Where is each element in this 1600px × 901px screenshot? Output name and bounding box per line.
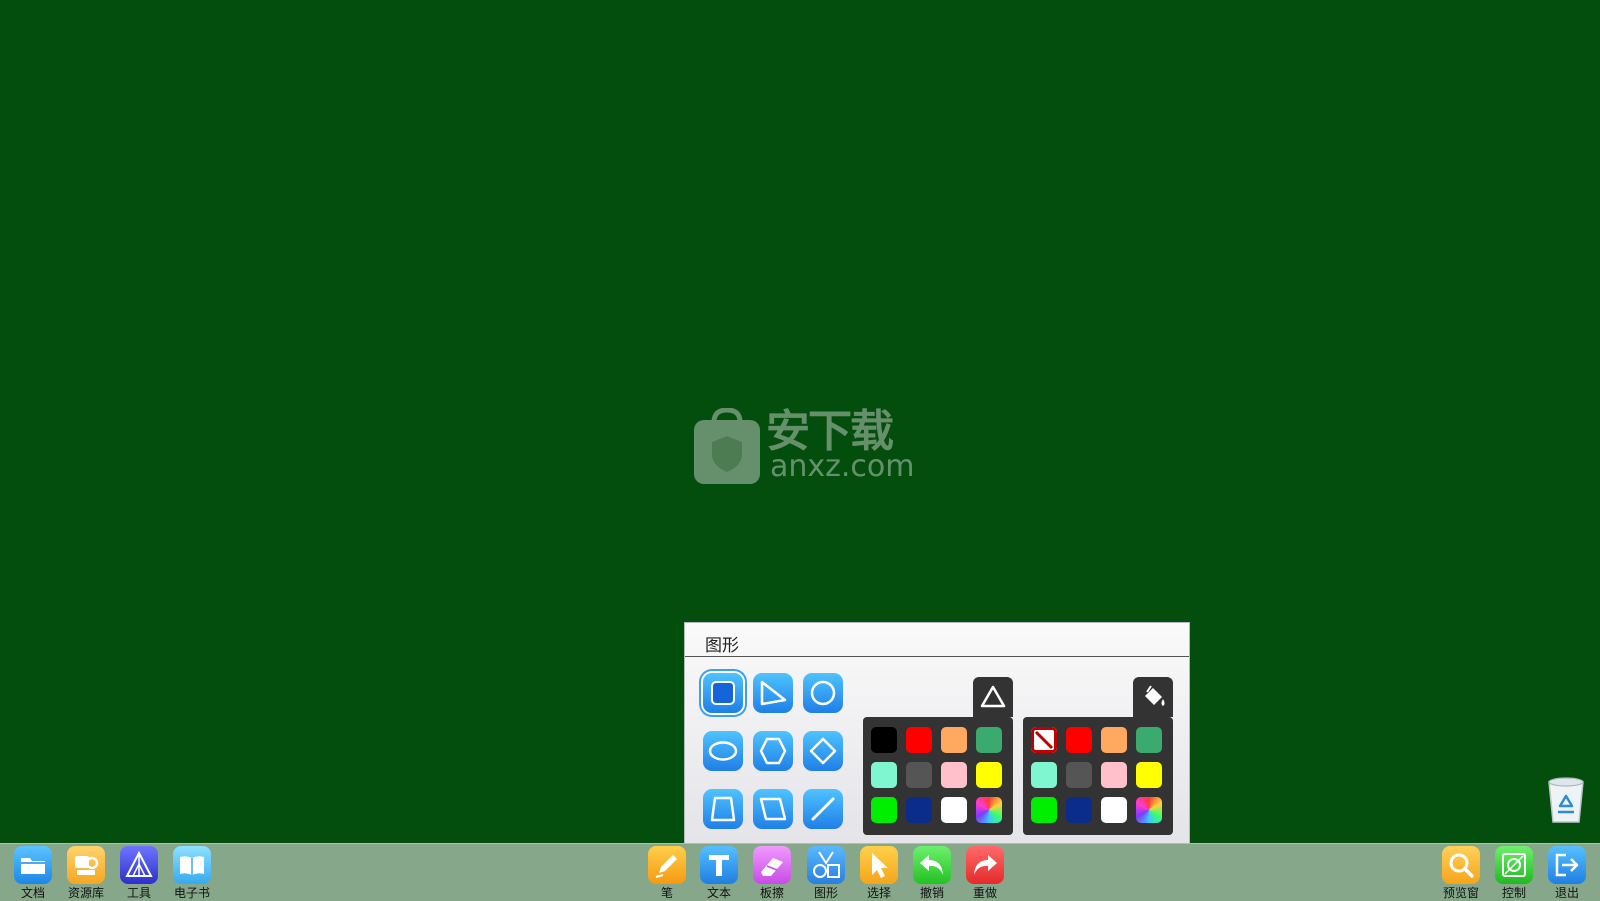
resource-library-icon	[67, 846, 105, 884]
ellipse-shape-button[interactable]	[703, 731, 743, 771]
redo-button[interactable]: 重做	[959, 846, 1011, 901]
shapes-label: 图形	[813, 886, 838, 900]
fill-color-swatch[interactable]	[1066, 762, 1092, 788]
diamond-icon	[809, 737, 837, 765]
parallelogram-shape-button[interactable]	[753, 789, 793, 829]
preview-button[interactable]: 预览窗	[1435, 846, 1487, 901]
ebook-label: 电子书	[173, 886, 210, 900]
ellipse-icon	[708, 741, 738, 761]
watermark-logo: 安下载 anxz.com	[692, 408, 915, 488]
line-icon	[811, 797, 835, 821]
exit-icon	[1548, 846, 1586, 884]
tools-label: 工具	[126, 886, 151, 900]
fill-color-swatch[interactable]	[1136, 762, 1162, 788]
stroke-color-swatch[interactable]	[871, 797, 897, 823]
hexagon-shape-button[interactable]	[753, 731, 793, 771]
shapes-button[interactable]: 图形	[800, 846, 852, 901]
trapezoid-icon	[710, 796, 736, 822]
folder-icon	[14, 846, 52, 884]
control-button[interactable]: 控制	[1488, 846, 1540, 901]
exit-label: 退出	[1554, 886, 1579, 900]
redo-label: 重做	[972, 886, 997, 900]
fill-no-color-swatch[interactable]	[1031, 727, 1057, 753]
paint-bucket-icon	[1145, 685, 1165, 706]
undo-button[interactable]: 撤销	[906, 846, 958, 901]
fill-color-swatch[interactable]	[1101, 797, 1127, 823]
diamond-shape-button[interactable]	[803, 731, 843, 771]
exit-button[interactable]: 退出	[1541, 846, 1593, 901]
fill-color-swatch[interactable]	[1031, 797, 1057, 823]
redo-icon	[966, 846, 1004, 884]
documents-button[interactable]: 文档	[7, 846, 59, 901]
line-shape-button[interactable]	[803, 789, 843, 829]
pen-icon	[648, 846, 686, 884]
text-label: 文本	[706, 886, 731, 900]
right-triangle-shape-button[interactable]	[753, 673, 793, 713]
tools-icon	[120, 846, 158, 884]
fill-color-swatch[interactable]	[1066, 797, 1092, 823]
recycle-bin-icon[interactable]	[1545, 776, 1587, 824]
parallelogram-icon	[759, 797, 787, 821]
preview-icon	[1442, 846, 1480, 884]
eraser-icon	[753, 846, 791, 884]
fill-color-tab[interactable]	[1133, 677, 1173, 717]
stroke-color-swatch[interactable]	[976, 762, 1002, 788]
tools-button[interactable]: 工具	[113, 846, 165, 901]
resource-library-label: 资源库	[67, 886, 104, 900]
rounded-rectangle-shape-button[interactable]	[703, 673, 743, 713]
shopping-bag-icon	[694, 408, 760, 484]
triangle-outline-icon	[980, 685, 1006, 708]
watermark-en-text: anxz.com	[770, 449, 915, 484]
fill-color-palette	[1023, 717, 1173, 835]
text-icon	[700, 846, 738, 884]
stroke-color-palette	[863, 717, 1013, 835]
panel-title: 图形	[705, 636, 739, 656]
shapes-icon	[807, 846, 845, 884]
right-triangle-icon	[760, 680, 787, 706]
stroke-color-swatch[interactable]	[871, 727, 897, 753]
fill-color-swatch[interactable]	[1136, 727, 1162, 753]
text-button[interactable]: 文本	[693, 846, 745, 901]
ebook-button[interactable]: 电子书	[166, 846, 218, 901]
control-icon	[1495, 846, 1533, 884]
circle-shape-button[interactable]	[803, 673, 843, 713]
shape-panel: 图形	[684, 622, 1190, 844]
fill-color-swatch[interactable]	[1101, 762, 1127, 788]
undo-label: 撤销	[919, 886, 944, 900]
stroke-color-swatch[interactable]	[941, 762, 967, 788]
select-label: 选择	[866, 886, 891, 900]
stroke-color-tab[interactable]	[973, 677, 1013, 717]
hexagon-icon	[759, 737, 787, 765]
trapezoid-shape-button[interactable]	[703, 789, 743, 829]
stroke-color-swatch[interactable]	[941, 727, 967, 753]
select-cursor-icon	[860, 846, 898, 884]
fill-color-swatch[interactable]	[1031, 762, 1057, 788]
eraser-label: 板擦	[759, 886, 784, 900]
ebook-icon	[173, 846, 211, 884]
pen-label: 笔	[660, 886, 673, 900]
rounded-rectangle-icon	[711, 681, 735, 705]
no-fill-icon	[1034, 730, 1054, 750]
stroke-color-swatch[interactable]	[906, 797, 932, 823]
pen-button[interactable]: 笔	[641, 846, 693, 901]
fill-custom-color-swatch[interactable]	[1136, 797, 1162, 823]
fill-color-swatch[interactable]	[1101, 727, 1127, 753]
stroke-custom-color-swatch[interactable]	[976, 797, 1002, 823]
panel-divider	[685, 656, 1189, 657]
eraser-button[interactable]: 板擦	[746, 846, 798, 901]
undo-icon	[913, 846, 951, 884]
bottom-toolbar: 文档 资源库 工具 电子书 笔 文本 板擦 图形 选择 撤销 重做 预览窗 控制…	[0, 843, 1600, 901]
stroke-color-swatch[interactable]	[906, 727, 932, 753]
documents-label: 文档	[20, 886, 45, 900]
stroke-color-swatch[interactable]	[976, 727, 1002, 753]
fill-color-swatch[interactable]	[1066, 727, 1092, 753]
control-label: 控制	[1501, 886, 1526, 900]
circle-icon	[810, 680, 836, 706]
stroke-color-swatch[interactable]	[941, 797, 967, 823]
preview-label: 预览窗	[1442, 886, 1479, 900]
stroke-color-swatch[interactable]	[871, 762, 897, 788]
stroke-color-swatch[interactable]	[906, 762, 932, 788]
select-button[interactable]: 选择	[853, 846, 905, 901]
resource-library-button[interactable]: 资源库	[60, 846, 112, 901]
